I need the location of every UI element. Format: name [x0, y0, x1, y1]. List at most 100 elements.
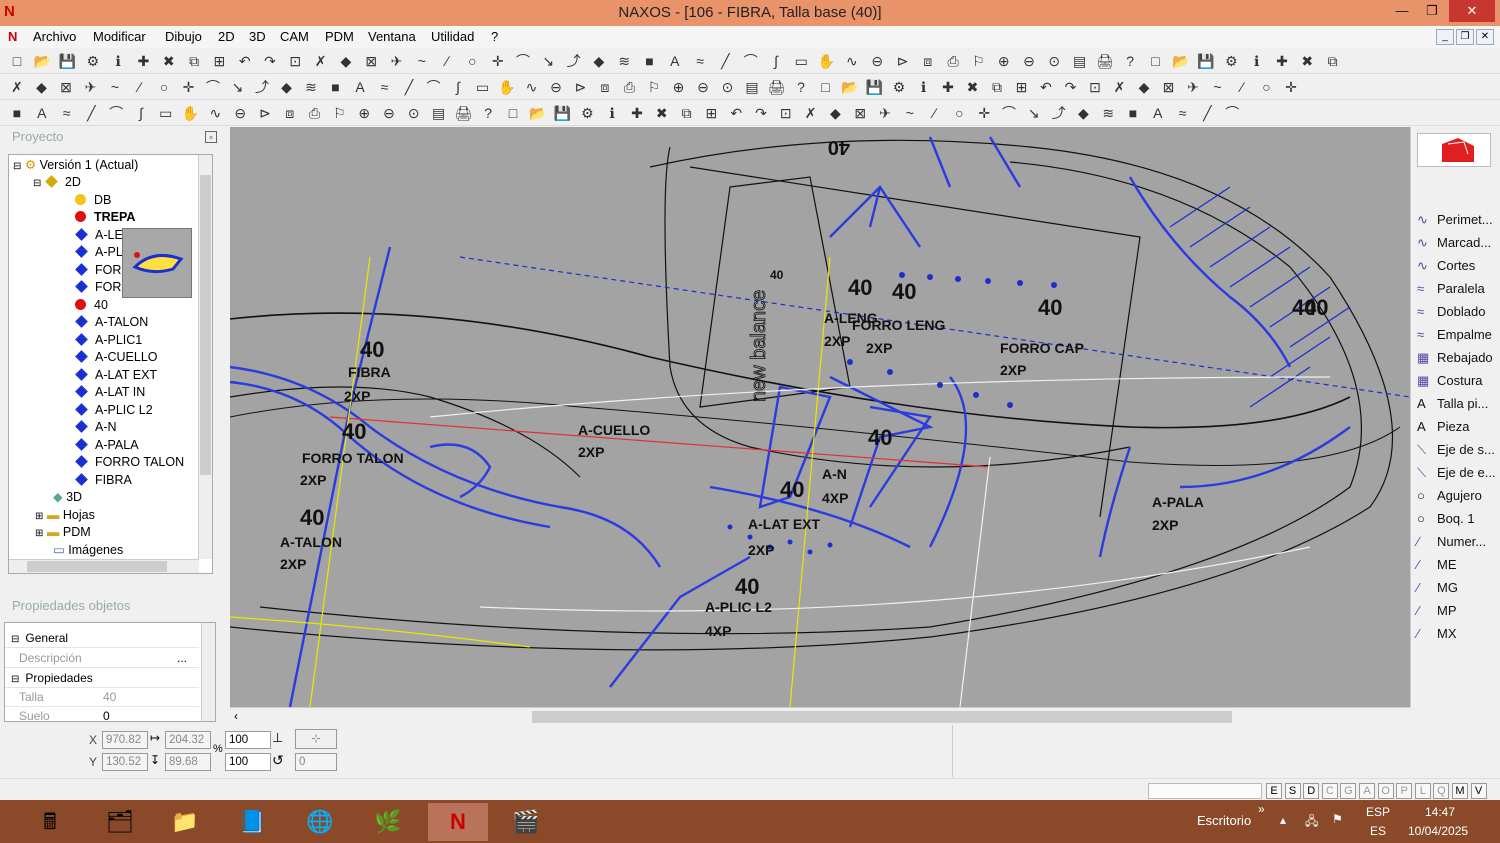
cad-label[interactable]: 40 [780, 477, 804, 502]
cad-label[interactable]: 40 [892, 279, 916, 304]
toolbar-tool-icon[interactable]: A [666, 52, 684, 70]
snap-mode-d[interactable]: D [1303, 783, 1320, 799]
rotate-icon[interactable]: ↺ [272, 752, 284, 769]
menu-2d[interactable]: 2D [218, 29, 235, 44]
toolbar-tool-icon[interactable]: ✚ [1273, 52, 1291, 70]
toolbar-tool-icon[interactable]: □ [1147, 52, 1165, 70]
toolbar-tool-icon[interactable]: ℹ [915, 78, 933, 96]
toolbar-tool-icon[interactable]: ⊳ [256, 104, 274, 122]
toolbar-tool-icon[interactable]: ⊠ [1160, 78, 1178, 96]
toolbar-tool-icon[interactable]: ✛ [975, 104, 993, 122]
cad-label[interactable]: 40 [848, 275, 872, 300]
toolbar-tool-icon[interactable]: ∿ [843, 52, 861, 70]
toolbar-tool-icon[interactable]: ⤴ [1050, 104, 1068, 122]
menu-pdm[interactable]: PDM [325, 29, 354, 44]
toolbar-tool-icon[interactable]: ℹ [1248, 52, 1266, 70]
toolbar-tool-icon[interactable]: □ [817, 78, 835, 96]
tree-item-imagenes[interactable]: ▭ Imágenes [53, 542, 123, 559]
toolbar-tool-icon[interactable]: ⊠ [851, 104, 869, 122]
prop-group-propiedades[interactable]: ⊟ Propiedades [5, 669, 199, 688]
minimize-button[interactable]: — [1387, 0, 1417, 22]
design-app-icon[interactable]: 🌿 [358, 803, 418, 841]
toolbar-tool-icon[interactable]: ⌒ [742, 52, 760, 70]
toolbar-tool-icon[interactable]: ~ [901, 104, 919, 122]
toolbar-tool-icon[interactable]: 💾 [866, 78, 884, 96]
toolbar-tool-icon[interactable]: ○ [155, 78, 173, 96]
toolbar-tool-icon[interactable]: ⚐ [330, 104, 348, 122]
toolbar-tool-icon[interactable]: ⌒ [1000, 104, 1018, 122]
toolbar-tool-icon[interactable]: ▤ [430, 104, 448, 122]
toolbar-tool-icon[interactable]: ■ [641, 52, 659, 70]
cad-label[interactable]: 2XP [280, 556, 306, 572]
toolbar-tool-icon[interactable]: ∫ [449, 78, 467, 96]
toolbar-tool-icon[interactable]: ℹ [109, 52, 127, 70]
toolbar-tool-icon[interactable]: ✛ [1282, 78, 1300, 96]
toolbar-tool-icon[interactable]: ■ [1124, 104, 1142, 122]
toolbar-tool-icon[interactable]: 📂 [33, 52, 51, 70]
toolbar-tool-icon[interactable]: ⌒ [107, 104, 125, 122]
toolbar-tool-icon[interactable]: ◆ [1074, 104, 1092, 122]
toolbar-tool-icon[interactable]: ⤴ [565, 52, 583, 70]
toolbar-tool-icon[interactable]: ▭ [157, 104, 175, 122]
y-field[interactable]: 130.52 [102, 753, 148, 771]
cad-drawing[interactable]: 4040 4040 40A-LENG2XPFORRO LENG2XP FORRO CA… [230, 127, 1410, 707]
toolbar-tool-icon[interactable]: ⎙ [621, 78, 639, 96]
prop-row-suelo[interactable]: Suelo 0 [5, 707, 199, 721]
cad-label[interactable]: 2XP [866, 340, 892, 356]
toolbar-tool-icon[interactable]: ↘ [539, 52, 557, 70]
x-field[interactable]: 970.82 [102, 731, 148, 749]
tool-numer[interactable]: ∕ Numer... [1417, 531, 1486, 553]
scale-apply-icon[interactable]: ⊥ [272, 730, 283, 746]
toolbar-tool-icon[interactable]: ✗ [802, 104, 820, 122]
toolbar-tool-icon[interactable]: ⧉ [185, 52, 203, 70]
toolbar-tool-icon[interactable]: 💾 [59, 52, 77, 70]
tree-item-a-n[interactable]: A-N [75, 419, 117, 436]
toolbar-tool-icon[interactable]: □ [504, 104, 522, 122]
tool-empalme[interactable]: ≈ Empalme [1417, 324, 1492, 346]
lang-top[interactable]: ESP [1366, 805, 1390, 819]
flag-icon[interactable]: ⚑ [1332, 812, 1343, 826]
cad-label[interactable]: FORRO CAP [1000, 340, 1084, 356]
toolbar-tool-icon[interactable]: ⊙ [1045, 52, 1063, 70]
toolbar-tool-icon[interactable]: ⌒ [425, 78, 443, 96]
toolbar-tool-icon[interactable]: ∕ [131, 78, 149, 96]
snap-mode-m[interactable]: M [1452, 783, 1468, 799]
tree-item-a-cuello[interactable]: A-CUELLO [75, 349, 158, 366]
maximize-button[interactable]: ❐ [1417, 0, 1447, 22]
toolbar-tool-icon[interactable]: ⊠ [362, 52, 380, 70]
toolbar-tool-icon[interactable]: ⊞ [702, 104, 720, 122]
toolbar-tool-icon[interactable]: ▤ [743, 78, 761, 96]
toolbar-tool-icon[interactable]: ⊙ [405, 104, 423, 122]
toolbar-tool-icon[interactable]: ∫ [132, 104, 150, 122]
toolbar-tool-icon[interactable]: ○ [463, 52, 481, 70]
toolbar-tool-icon[interactable]: □ [8, 52, 26, 70]
toolbar-tool-icon[interactable]: ✋ [182, 104, 200, 122]
toolbar-tool-icon[interactable]: ✗ [1111, 78, 1129, 96]
toolbar-tool-icon[interactable]: 📂 [529, 104, 547, 122]
toolbar-tool-icon[interactable]: ○ [1258, 78, 1276, 96]
tool-mp[interactable]: ∕ MP [1417, 600, 1457, 622]
toolbar-tool-icon[interactable]: ⊕ [670, 78, 688, 96]
toolbar-tool-icon[interactable]: ⊖ [547, 78, 565, 96]
toolbar-tool-icon[interactable]: ■ [327, 78, 345, 96]
drawing-canvas[interactable]: 40 40 40 40 40 A-LENG 2XP FORRO LENG 2XP FORRO CA… [230, 127, 1410, 707]
menu-modificar[interactable]: Modificar [93, 29, 146, 44]
network-icon[interactable]: 🖧 [1305, 812, 1318, 833]
cad-label[interactable]: 4XP [705, 623, 731, 639]
toolbar-tool-icon[interactable]: ■ [8, 104, 26, 122]
toolbar-tool-icon[interactable]: ◆ [1135, 78, 1153, 96]
snap-mode-v[interactable]: V [1470, 783, 1487, 799]
cad-label[interactable]: 2XP [344, 388, 370, 404]
clock-time[interactable]: 14:47 [1425, 805, 1455, 819]
tool-paralela[interactable]: ≈ Paralela [1417, 278, 1485, 300]
tree-item-3d[interactable]: ◆ 3D [53, 489, 82, 506]
tree-item-db[interactable]: DB [75, 192, 111, 209]
prop-row-descripcion[interactable]: Descripción... [5, 649, 199, 668]
canvas-hscrollbar[interactable]: ‹ [230, 707, 1410, 725]
toolbar-tool-icon[interactable]: ⧉ [1324, 52, 1342, 70]
dy-field[interactable]: 89.68 [165, 753, 211, 771]
tree-item-fori-2[interactable]: FORI [75, 279, 125, 296]
notes-app-icon[interactable]: 📘 [222, 803, 282, 841]
tree-item-a-pl[interactable]: A-PL [75, 244, 123, 261]
toolbar-tool-icon[interactable]: ↘ [1025, 104, 1043, 122]
